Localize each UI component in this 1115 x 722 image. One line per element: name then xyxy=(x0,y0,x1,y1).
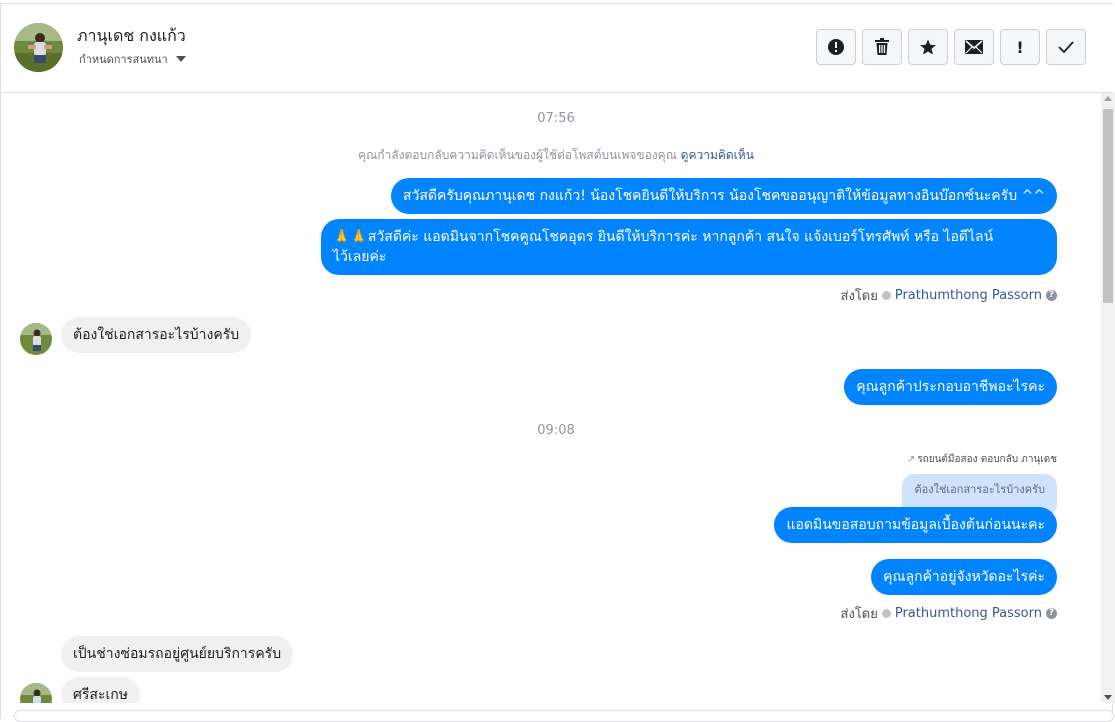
reply-meta-text: รถยนต์มือสอง ตอบกลับ ภานุเดช xyxy=(917,454,1057,465)
sent-by-label: ส่งโดย xyxy=(840,289,878,304)
scroll-down-arrow-icon[interactable] xyxy=(1104,695,1112,700)
message-outgoing[interactable]: แอดมินขอสอบถามข้อมูลเบื้องต้นก่อนนะคะ xyxy=(774,507,1057,543)
mark-done-button[interactable] xyxy=(1046,29,1086,65)
system-notice: คุณกำลังตอบกลับความคิดเห็นของผู้ใช้ต่อโพ… xyxy=(1,146,1101,165)
reply-meta: ↗ รถยนต์มือสอง ตอบกลับ ภานุเดช xyxy=(907,452,1057,467)
sent-by-agent[interactable]: Prathumthong Passorn xyxy=(895,606,1042,621)
thread-scrollbar[interactable] xyxy=(1101,93,1115,703)
scrollbar-thumb[interactable] xyxy=(1103,109,1113,303)
sent-by-agent[interactable]: Prathumthong Passorn xyxy=(895,288,1042,303)
sent-by-row: ส่งโดย Prathumthong Passorn ? xyxy=(841,285,1057,306)
delete-button[interactable] xyxy=(862,29,902,65)
message-incoming[interactable]: ต้องใช่เอกสารอะไรบ้างครับ xyxy=(61,317,252,353)
contact-name[interactable]: ภานุเดช กงแก้ว xyxy=(77,24,186,49)
contact-avatar[interactable] xyxy=(14,23,63,72)
assign-conversation-dropdown[interactable]: กำหนดการสนทนา xyxy=(79,50,186,68)
message-thread: 07:56 คุณกำลังตอบกลับความคิดเห็นของผู้ใช… xyxy=(1,93,1101,703)
conversation-header: ภานุเดช กงแก้ว กำหนดการสนทนา ! xyxy=(1,4,1113,93)
envelope-icon xyxy=(965,40,983,54)
sent-by-label: ส่งโดย xyxy=(840,607,878,622)
assign-conversation-label: กำหนดการสนทนา xyxy=(79,53,168,66)
message-composer[interactable] xyxy=(14,710,1114,722)
contact-avatar-small xyxy=(20,323,52,355)
verified-icon xyxy=(881,291,891,300)
message-outgoing[interactable]: สวัสดีครับคุณภานุเดช กงแก้ว! น้องโชคยินด… xyxy=(390,178,1057,214)
message-outgoing[interactable]: คุณลูกค้าอยู่จังหวัดอะไรค่ะ xyxy=(871,559,1057,595)
conversation-toolbar: ! xyxy=(816,29,1086,65)
view-comment-link[interactable]: ดูความคิดเห็น xyxy=(681,148,754,162)
timestamp: 09:08 xyxy=(537,423,575,438)
timestamp: 07:56 xyxy=(537,111,575,126)
verified-icon xyxy=(881,609,891,618)
sent-by-row: ส่งโดย Prathumthong Passorn ? xyxy=(841,603,1057,624)
help-icon[interactable]: ? xyxy=(1046,608,1057,619)
alert-circle-icon xyxy=(828,39,844,55)
message-outgoing[interactable]: 🙏🙏สวัสดีค่ะ แอดมินจากโชคคูณโชคอุดร ยินดี… xyxy=(321,219,1057,275)
message-incoming[interactable]: ศรีสะเกษ xyxy=(61,677,140,703)
message-incoming[interactable]: เป็นช่างซ่อมรถอยู่ศูนย์ยบริการครับ xyxy=(61,636,294,672)
help-icon[interactable]: ? xyxy=(1046,290,1057,301)
message-line: 🙏🙏สวัสดีค่ะ แอดมินจากโชคคูณโชคอุดร ยินดี… xyxy=(333,229,994,245)
star-button[interactable] xyxy=(908,29,948,65)
mark-unread-button[interactable] xyxy=(954,29,994,65)
scroll-up-arrow-icon[interactable] xyxy=(1104,96,1112,101)
reply-arrow-icon: ↗ xyxy=(906,454,916,465)
checkmark-icon xyxy=(1058,41,1074,53)
caret-down-icon xyxy=(175,56,186,62)
follow-up-button[interactable]: ! xyxy=(1000,29,1040,65)
system-notice-text: คุณกำลังตอบกลับความคิดเห็นของผู้ใช้ต่อโพ… xyxy=(358,148,677,162)
mark-spam-button[interactable] xyxy=(816,29,856,65)
message-outgoing[interactable]: คุณลูกค้าประกอบอาชีพอะไรคะ xyxy=(844,369,1057,405)
exclamation-icon: ! xyxy=(1016,37,1024,57)
trash-icon xyxy=(875,38,889,55)
star-icon xyxy=(920,39,936,55)
message-line: ไว้เลยค่ะ xyxy=(333,249,387,265)
contact-avatar-small xyxy=(20,683,52,703)
